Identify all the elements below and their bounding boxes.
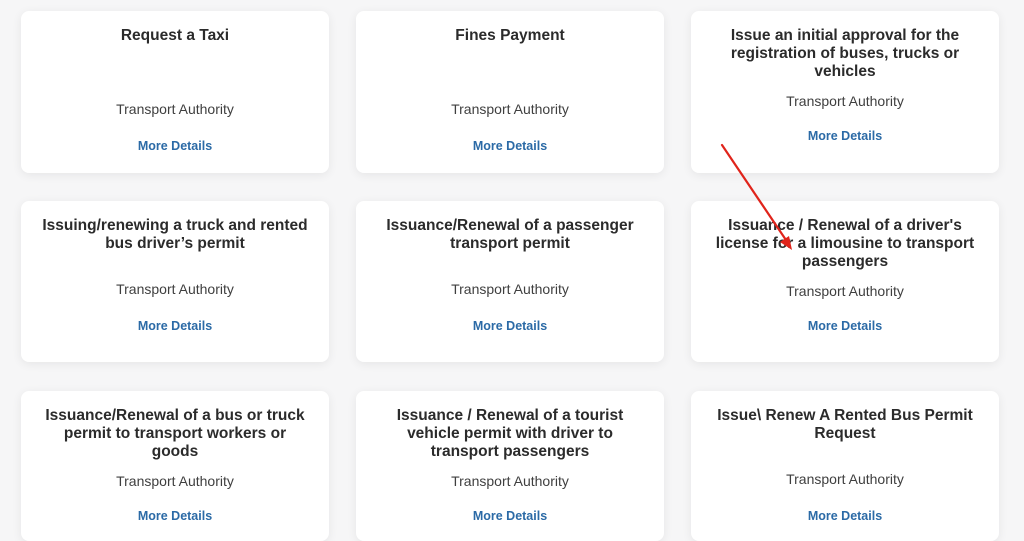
more-details-link[interactable]: More Details	[701, 129, 989, 143]
card-authority: Transport Authority	[786, 283, 904, 299]
more-details-link[interactable]: More Details	[366, 509, 654, 523]
more-details-link[interactable]: More Details	[701, 509, 989, 523]
card-title: Issuance / Renewal of a driver's license…	[715, 217, 975, 270]
more-details-link[interactable]: More Details	[31, 139, 319, 153]
card-authority: Transport Authority	[786, 471, 904, 487]
card-title: Issuance/Renewal of a bus or truck permi…	[45, 407, 305, 460]
service-card-limousine-driver-license[interactable]: Issuance / Renewal of a driver's license…	[691, 201, 999, 362]
more-details-link[interactable]: More Details	[366, 139, 654, 153]
service-card-request-taxi[interactable]: Request a Taxi Transport Authority More …	[21, 11, 329, 173]
card-authority: Transport Authority	[451, 281, 569, 297]
services-grid: Request a Taxi Transport Authority More …	[0, 0, 1024, 541]
service-card-initial-approval[interactable]: Issue an initial approval for the regist…	[691, 11, 999, 173]
card-title: Fines Payment	[455, 27, 565, 44]
service-card-rented-bus-permit[interactable]: Issue\ Renew A Rented Bus Permit Request…	[691, 391, 999, 541]
card-authority: Transport Authority	[451, 101, 569, 117]
service-card-truck-bus-driver-permit[interactable]: Issuing/renewing a truck and rented bus …	[21, 201, 329, 362]
more-details-link[interactable]: More Details	[31, 319, 319, 333]
card-authority: Transport Authority	[116, 473, 234, 489]
more-details-link[interactable]: More Details	[366, 319, 654, 333]
card-title: Issue an initial approval for the regist…	[730, 27, 960, 80]
card-title: Request a Taxi	[120, 27, 230, 44]
more-details-link[interactable]: More Details	[31, 509, 319, 523]
service-card-tourist-vehicle-permit[interactable]: Issuance / Renewal of a tourist vehicle …	[356, 391, 664, 541]
service-card-fines-payment[interactable]: Fines Payment Transport Authority More D…	[356, 11, 664, 173]
card-authority: Transport Authority	[116, 281, 234, 297]
card-title: Issuing/renewing a truck and rented bus …	[42, 217, 308, 252]
card-authority: Transport Authority	[786, 93, 904, 109]
service-card-bus-truck-permit[interactable]: Issuance/Renewal of a bus or truck permi…	[21, 391, 329, 541]
card-authority: Transport Authority	[116, 101, 234, 117]
card-authority: Transport Authority	[451, 473, 569, 489]
more-details-link[interactable]: More Details	[701, 319, 989, 333]
card-title: Issue\ Renew A Rented Bus Permit Request	[717, 407, 973, 442]
card-title: Issuance / Renewal of a tourist vehicle …	[396, 407, 624, 460]
service-card-passenger-transport-permit[interactable]: Issuance/Renewal of a passenger transpor…	[356, 201, 664, 362]
card-title: Issuance/Renewal of a passenger transpor…	[386, 217, 634, 252]
